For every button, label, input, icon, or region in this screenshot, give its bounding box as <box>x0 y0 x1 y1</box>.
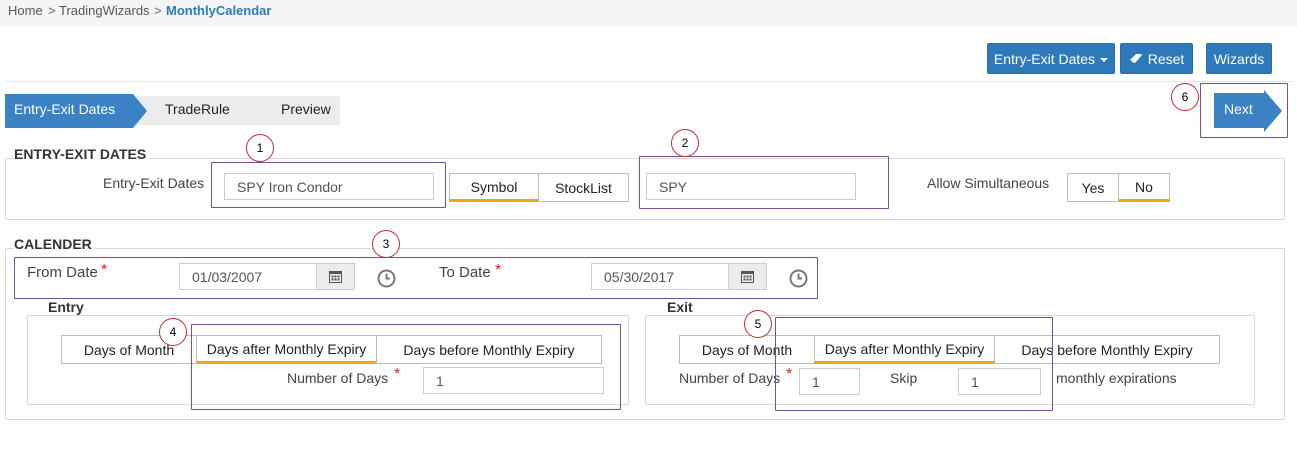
from-date-label: From Date <box>27 264 98 281</box>
annotation-box-1 <box>211 162 446 208</box>
stocklist-toggle-button[interactable]: StockList <box>538 173 629 202</box>
entry-exit-dates-legend: ENTRY-EXIT DATES <box>14 146 150 162</box>
from-date-input[interactable]: 01/03/2007 <box>179 263 317 290</box>
exit-legend: Exit <box>667 299 696 315</box>
entry-legend: Entry <box>48 299 87 315</box>
entry-exit-dates-label: Entry-Exit Dates <box>103 175 205 191</box>
from-date-calendar-button[interactable] <box>316 263 355 290</box>
annotation-3: 3 <box>372 230 400 258</box>
breadcrumb-current: MonthlyCalendar <box>166 3 272 18</box>
step-entry-exit-dates[interactable]: Entry-Exit Dates <box>14 101 115 117</box>
divider <box>5 81 1292 82</box>
to-date-required-mark: * <box>495 262 502 279</box>
annotation-2: 2 <box>671 129 699 157</box>
annotation-box-6 <box>1200 83 1288 138</box>
breadcrumb-home[interactable]: Home <box>8 3 43 18</box>
entry-exit-dates-dropdown-button[interactable]: Entry-Exit Dates <box>987 43 1115 74</box>
to-date-label: To Date <box>439 264 491 281</box>
from-time-clock-icon[interactable] <box>377 269 396 291</box>
to-date-input[interactable]: 05/30/2017 <box>591 263 729 290</box>
annotation-4: 4 <box>159 318 187 346</box>
to-date-calendar-button[interactable] <box>728 263 767 290</box>
breadcrumb: Home > TradingWizards > MonthlyCalendar <box>0 0 1297 27</box>
eraser-icon <box>1129 53 1143 64</box>
allow-simultaneous-no-button[interactable]: No <box>1118 173 1170 202</box>
caret-down-icon <box>1100 57 1109 62</box>
wizards-label: Wizards <box>1213 50 1265 67</box>
annotation-6: 6 <box>1171 83 1199 111</box>
wizards-button[interactable]: Wizards <box>1206 43 1272 74</box>
breadcrumb-tradingwizards[interactable]: TradingWizards <box>59 3 150 18</box>
annotation-box-5 <box>775 317 1053 411</box>
breadcrumb-separator: > <box>154 3 162 18</box>
annotation-5: 5 <box>744 310 772 338</box>
calendar-icon <box>329 271 342 283</box>
step-traderule[interactable]: TradeRule <box>165 101 230 117</box>
annotation-box-4 <box>191 324 621 410</box>
reset-label: Reset <box>1147 50 1185 67</box>
entry-exit-dates-dropdown-label: Entry-Exit Dates <box>993 50 1096 67</box>
symbol-toggle-button[interactable]: Symbol <box>449 173 539 202</box>
allow-simultaneous-yes-button[interactable]: Yes <box>1067 173 1119 202</box>
to-time-clock-icon[interactable] <box>789 269 808 291</box>
reset-button[interactable]: Reset <box>1120 43 1193 74</box>
step-preview[interactable]: Preview <box>281 101 331 117</box>
calendar-icon <box>741 271 754 283</box>
exit-monthly-expirations-label: monthly expirations <box>1056 370 1177 386</box>
allow-simultaneous-label: Allow Simultaneous <box>927 175 1050 191</box>
wizard-steps: Entry-Exit Dates TradeRule Preview <box>5 94 345 128</box>
breadcrumb-separator: > <box>48 3 56 18</box>
annotation-1: 1 <box>246 134 274 162</box>
exit-number-of-days-label: Number of Days <box>679 370 781 386</box>
from-date-required-mark: * <box>101 262 108 279</box>
calendar-legend: CALENDER <box>14 236 95 252</box>
annotation-box-2 <box>639 156 889 209</box>
